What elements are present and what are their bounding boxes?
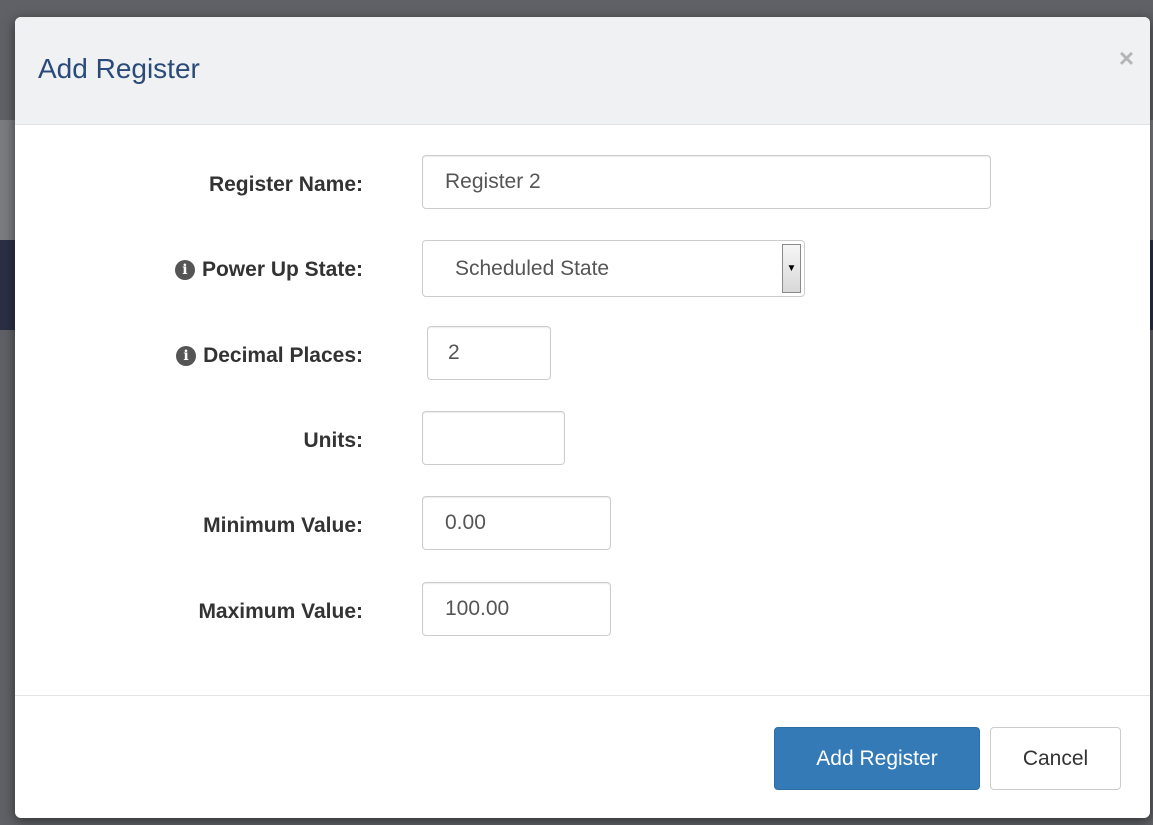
power-up-state-value: Scheduled State	[455, 257, 610, 280]
register-name-label: Register Name:	[208, 173, 363, 196]
add-register-modal: Add Register × Register Name: i Power Up…	[15, 17, 1150, 818]
modal-title: Add Register	[38, 53, 200, 84]
modal-footer: Add Register Cancel	[15, 695, 1150, 818]
chevron-down-icon[interactable]: ▼	[782, 244, 801, 293]
power-up-state-select[interactable]: Scheduled State ▼	[422, 240, 805, 297]
info-circle-icon[interactable]: i	[176, 346, 197, 366]
add-register-button[interactable]: Add Register	[774, 727, 980, 790]
decimal-places-row: i Decimal Places:	[15, 326, 1150, 386]
units-row: Units:	[15, 411, 1150, 471]
minimum-value-input[interactable]	[422, 496, 611, 550]
register-name-row: Register Name:	[15, 155, 1150, 215]
maximum-value-row: Maximum Value:	[15, 582, 1150, 642]
close-icon[interactable]: ×	[1119, 45, 1134, 71]
cancel-button[interactable]: Cancel	[990, 727, 1121, 790]
minimum-value-row: Minimum Value:	[15, 496, 1150, 556]
units-label: Units:	[303, 429, 364, 452]
maximum-value-label: Maximum Value:	[198, 600, 363, 623]
power-up-state-label: i Power Up State:	[174, 258, 363, 282]
decimal-places-label: i Decimal Places:	[176, 344, 363, 368]
power-up-state-row: i Power Up State: Scheduled State ▼	[15, 240, 1150, 300]
info-circle-icon[interactable]: i	[174, 260, 195, 280]
register-name-input[interactable]	[422, 155, 991, 209]
modal-header: Add Register ×	[15, 17, 1150, 125]
maximum-value-input[interactable]	[422, 582, 611, 636]
decimal-places-input[interactable]	[427, 326, 551, 380]
units-input[interactable]	[422, 411, 565, 465]
minimum-value-label: Minimum Value:	[203, 514, 363, 537]
